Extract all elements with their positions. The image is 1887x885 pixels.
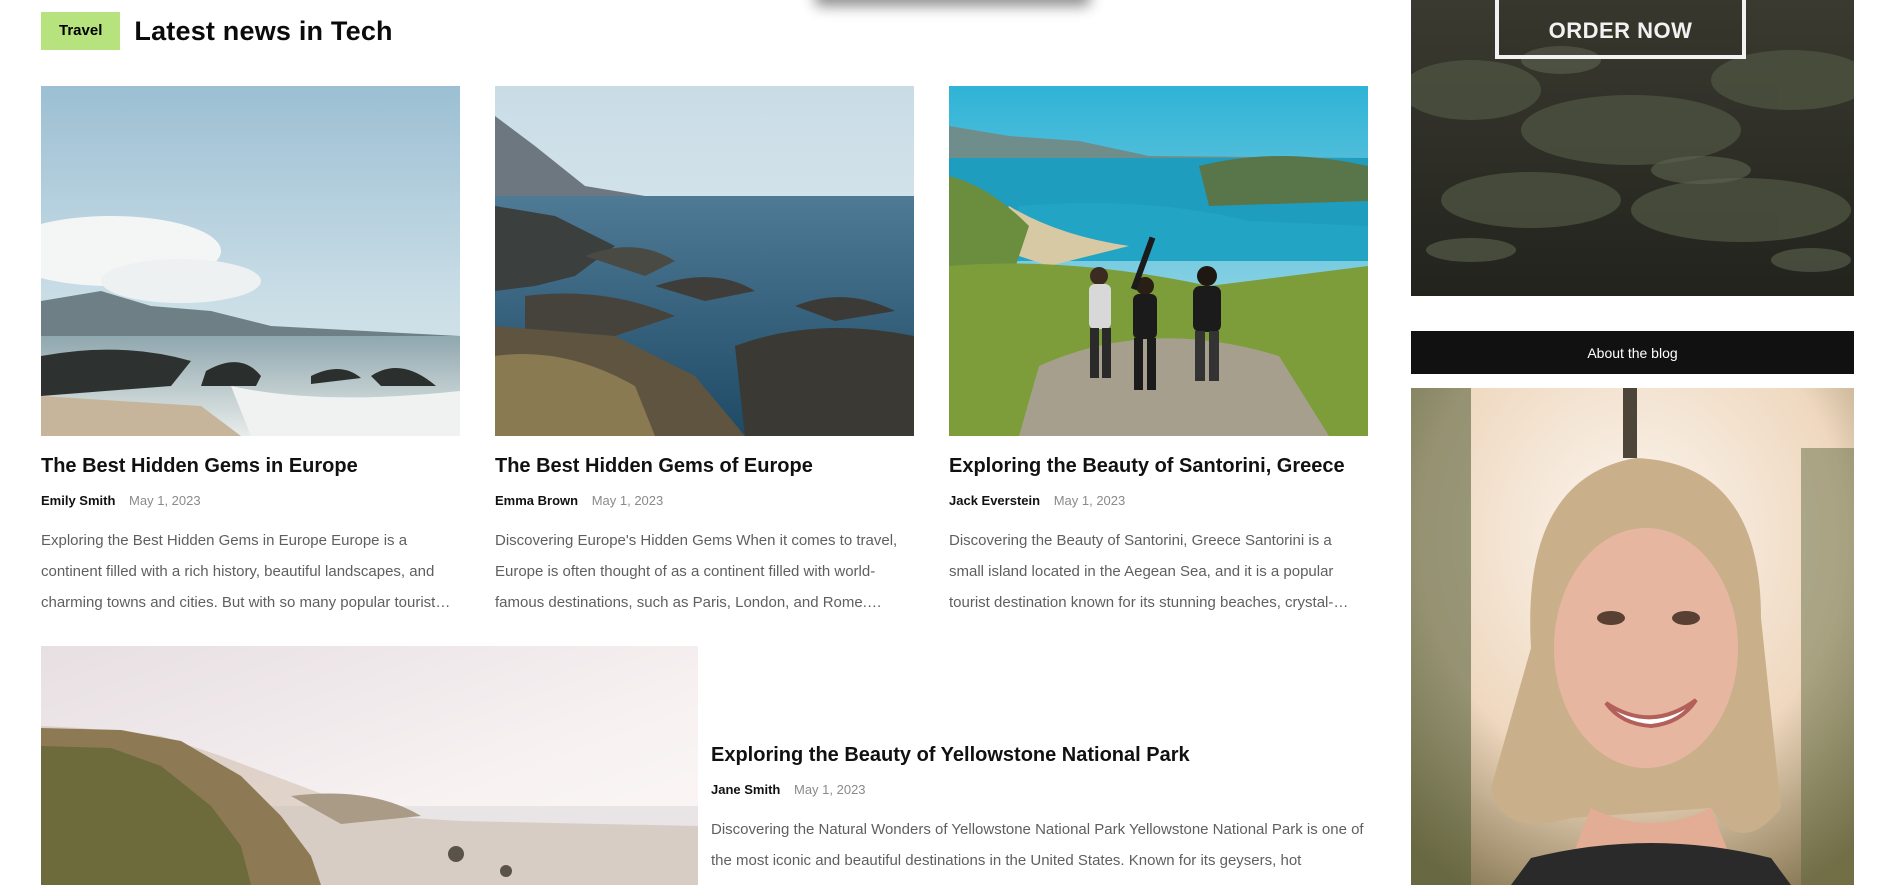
post-thumbnail[interactable] bbox=[41, 86, 460, 436]
post-card: The Best Hidden Gems of Europe Emma Brow… bbox=[495, 86, 914, 618]
post-meta: Emily Smith May 1, 2023 bbox=[41, 493, 460, 509]
post-thumbnail[interactable] bbox=[495, 86, 914, 436]
post-thumbnail[interactable] bbox=[949, 86, 1368, 436]
featured-post: Exploring the Beauty of Yellowstone Nati… bbox=[711, 742, 1371, 876]
cliff-coast-image bbox=[41, 646, 698, 885]
page: Travel Latest news in Tech The Best Hidd… bbox=[0, 0, 1887, 885]
post-date: May 1, 2023 bbox=[129, 493, 201, 508]
hikers-bay-image bbox=[949, 86, 1368, 436]
post-excerpt: Discovering Europe's Hidden Gems When it… bbox=[495, 532, 898, 611]
about-blog-heading: About the blog bbox=[1411, 331, 1854, 374]
post-excerpt: Exploring the Best Hidden Gems in Europe… bbox=[41, 532, 451, 611]
order-now-button[interactable]: ORDER NOW bbox=[1495, 0, 1746, 59]
featured-author[interactable]: Jane Smith bbox=[711, 782, 780, 797]
author-portrait bbox=[1411, 388, 1854, 885]
featured-meta: Jane Smith May 1, 2023 bbox=[711, 782, 1371, 798]
category-tag[interactable]: Travel bbox=[41, 12, 121, 50]
post-card: Exploring the Beauty of Santorini, Greec… bbox=[949, 86, 1368, 618]
coast-image bbox=[41, 86, 460, 436]
featured-thumbnail[interactable] bbox=[41, 646, 698, 885]
featured-title[interactable]: Exploring the Beauty of Yellowstone Nati… bbox=[711, 742, 1371, 768]
post-author[interactable]: Emily Smith bbox=[41, 493, 115, 508]
post-meta: Jack Everstein May 1, 2023 bbox=[949, 493, 1368, 509]
post-title[interactable]: The Best Hidden Gems in Europe bbox=[41, 453, 460, 479]
post-card: The Best Hidden Gems in Europe Emily Smi… bbox=[41, 86, 460, 618]
post-title[interactable]: Exploring the Beauty of Santorini, Greec… bbox=[949, 453, 1368, 479]
author-photo bbox=[1411, 388, 1854, 885]
post-title[interactable]: The Best Hidden Gems of Europe bbox=[495, 453, 914, 479]
post-author[interactable]: Jack Everstein bbox=[949, 493, 1040, 508]
post-excerpt: Discovering the Beauty of Santorini, Gre… bbox=[949, 532, 1349, 611]
featured-date: May 1, 2023 bbox=[793, 782, 866, 797]
section-header: Travel Latest news in Tech bbox=[41, 12, 393, 50]
featured-excerpt: Discovering the Natural Wonders of Yello… bbox=[711, 821, 1364, 869]
post-author[interactable]: Emma Brown bbox=[495, 493, 578, 508]
promo-banner: ORDER NOW bbox=[1411, 0, 1854, 296]
post-meta: Emma Brown May 1, 2023 bbox=[495, 493, 914, 509]
section-title: Latest news in Tech bbox=[134, 15, 393, 46]
post-date: May 1, 2023 bbox=[591, 493, 664, 508]
post-date: May 1, 2023 bbox=[1053, 493, 1126, 508]
rocky-sea-image bbox=[495, 86, 914, 436]
